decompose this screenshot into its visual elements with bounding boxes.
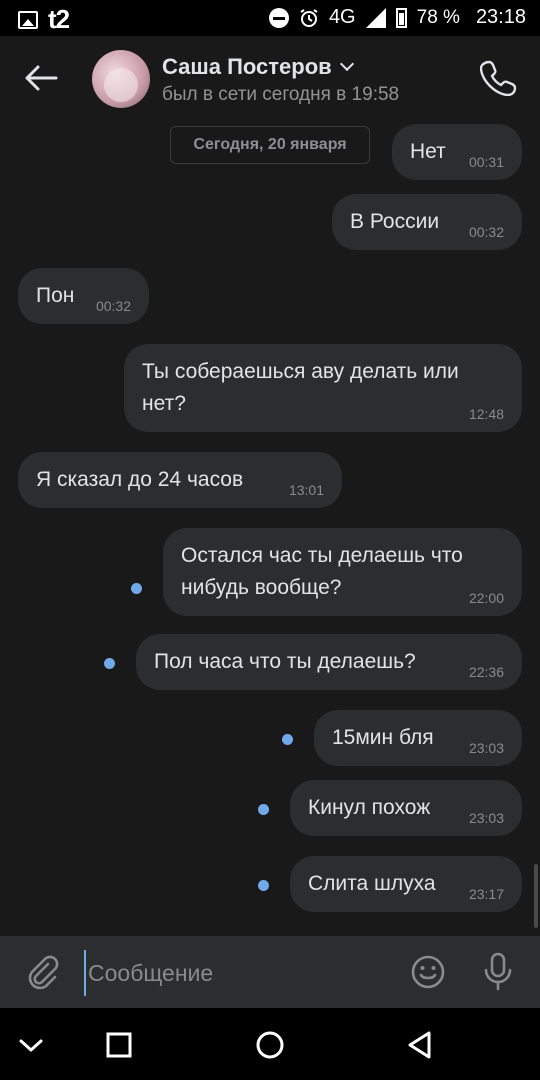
chevron-down-icon: [339, 56, 354, 72]
message-text: Нет: [410, 140, 446, 163]
message-time: 12:48: [468, 406, 504, 422]
arrow-left-icon[interactable]: [22, 62, 60, 94]
message-bubble-incoming[interactable]: Пон 00:32: [18, 268, 149, 324]
message-bubble-incoming[interactable]: Я сказал до 24 часов 13:01: [18, 452, 342, 508]
paperclip-icon[interactable]: [24, 954, 60, 990]
message-text: 15мин бля: [332, 726, 434, 749]
last-seen-status: был в сети сегодня в 19:58: [162, 84, 400, 105]
message-text-line-2: нибудь вообще?: [181, 576, 342, 599]
message-input[interactable]: [84, 950, 390, 996]
message-time: 00:32: [95, 298, 131, 314]
network-type: 4G: [328, 6, 356, 28]
contact-name: Саша Постеров: [162, 54, 332, 79]
message-list[interactable]: Сегодня, 20 января Нет 00:31 В России 00…: [0, 122, 540, 936]
message-time: 23:03: [468, 740, 504, 756]
message-bubble-outgoing[interactable]: Нет 00:31: [392, 124, 522, 180]
status-bar: t2 4G 78 % 23:18: [0, 0, 540, 36]
message-bubble-outgoing[interactable]: Остался час ты делаешь что нибудь вообще…: [163, 528, 522, 616]
chat-header: Саша Постеров был в сети сегодня в 19:58: [0, 36, 540, 122]
message-text: Пон: [36, 284, 75, 307]
message-time: 00:32: [468, 224, 504, 240]
message-text: В России: [350, 210, 440, 233]
microphone-icon[interactable]: [482, 952, 514, 992]
contact-name-row[interactable]: Саша Постеров: [162, 54, 354, 80]
scrollbar[interactable]: [534, 864, 538, 928]
alarm-icon: [300, 8, 318, 27]
avatar[interactable]: [92, 50, 150, 108]
message-text: Я сказал до 24 часов: [36, 468, 244, 491]
unread-indicator: [258, 880, 269, 891]
message-time: 13:01: [288, 482, 324, 498]
message-time: 00:31: [468, 154, 504, 170]
message-text-line-1: Ты собераешься аву делать или: [142, 360, 459, 383]
phone-icon[interactable]: [480, 58, 518, 96]
message-bubble-outgoing[interactable]: Слита шлуха 23:17: [290, 856, 522, 912]
status-right: 4G 78 % 23:18: [268, 6, 526, 29]
unread-indicator: [131, 583, 142, 594]
message-text: Слита шлуха: [308, 872, 436, 895]
message-text: Пол часа что ты делаешь?: [154, 650, 416, 673]
unread-indicator: [282, 734, 293, 745]
message-time: 22:00: [468, 590, 504, 606]
message-bubble-outgoing[interactable]: Пол часа что ты делаешь? 22:36: [136, 634, 522, 690]
battery-icon: [395, 7, 407, 28]
message-composer: [0, 936, 540, 1008]
triangle-back-icon[interactable]: [403, 1028, 437, 1062]
smile-icon[interactable]: [410, 954, 446, 990]
battery-percent: 78 %: [416, 6, 460, 28]
gallery-notification-icon: [18, 10, 38, 29]
message-bubble-outgoing[interactable]: В России 00:32: [332, 194, 522, 250]
unread-indicator: [258, 804, 269, 815]
message-bubble-outgoing[interactable]: Кинул похож 23:03: [290, 780, 522, 836]
carrier-label: t2: [48, 4, 70, 34]
message-text: Кинул похож: [308, 796, 431, 819]
message-time: 23:17: [468, 886, 504, 902]
message-bubble-outgoing[interactable]: 15мин бля 23:03: [314, 710, 522, 766]
signal-icon: [365, 7, 386, 28]
message-bubble-outgoing[interactable]: Ты собераешься аву делать или нет? 12:48: [124, 344, 522, 432]
clock: 23:18: [475, 6, 526, 28]
date-separator: Сегодня, 20 января: [170, 126, 370, 164]
message-time: 22:36: [468, 664, 504, 680]
message-time: 23:03: [468, 810, 504, 826]
message-text-line-1: Остался час ты делаешь что: [181, 544, 463, 567]
chevron-down-icon[interactable]: [14, 1028, 48, 1062]
message-text-line-2: нет?: [142, 392, 186, 415]
system-nav-bar: [0, 1008, 540, 1080]
square-icon[interactable]: [102, 1028, 136, 1062]
status-left: t2: [18, 4, 70, 35]
do-not-disturb-icon: [268, 7, 289, 28]
circle-icon[interactable]: [253, 1028, 287, 1062]
unread-indicator: [104, 658, 115, 669]
